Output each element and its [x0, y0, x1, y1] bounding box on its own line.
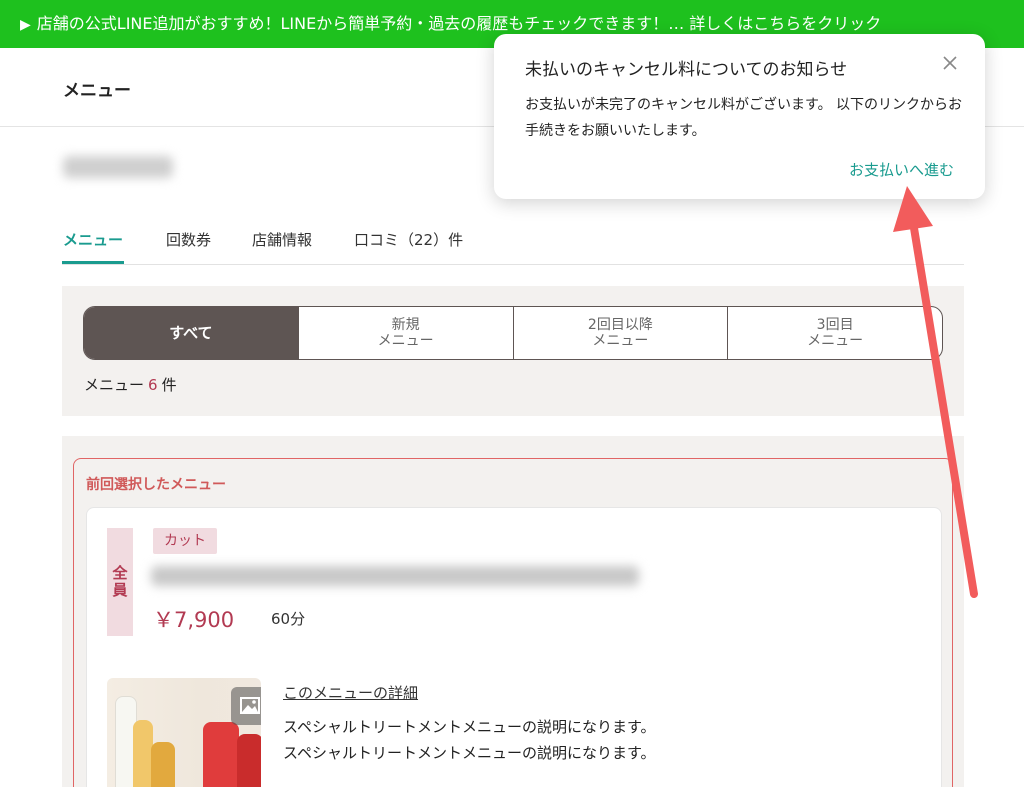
filter-new-label: 新規	[391, 317, 420, 333]
tab-menu[interactable]: メニュー	[63, 229, 123, 250]
filter-third-sublabel: メニュー	[807, 333, 864, 349]
tab-store-info[interactable]: 店舗情報	[252, 229, 312, 250]
popup-title: 未払いのキャンセル料についてのお知らせ	[525, 60, 848, 80]
filter-new-sublabel: メニュー	[377, 333, 434, 349]
menu-photo[interactable]	[107, 678, 261, 787]
filter-panel: すべて 新規 メニュー 2回目以降 メニュー 3回目 メニュー メニュー 6 件	[62, 286, 964, 416]
menu-detail-link[interactable]: このメニューの詳細	[283, 682, 418, 703]
bottle-dark-red	[237, 734, 261, 787]
menu-list-panel: 前回選択したメニュー 全員 カット ￥7,900 60分 このメニューの詳細 ス…	[62, 436, 964, 787]
target-badge: 全員	[107, 528, 133, 636]
filter-second-label: 2回目以降	[587, 317, 653, 333]
bottle-red	[203, 722, 239, 787]
menu-card[interactable]: 全員 カット ￥7,900 60分 このメニューの詳細 スペシャルトリートメント…	[86, 507, 942, 787]
filter-second-sublabel: メニュー	[592, 333, 649, 349]
play-triangle-icon: ▶	[20, 17, 31, 33]
filter-third-label: 3回目	[816, 317, 854, 333]
previous-menu-label: 前回選択したメニュー	[86, 477, 226, 493]
menu-count-number: 6	[148, 376, 158, 394]
menu-count-prefix: メニュー	[84, 376, 145, 394]
menu-name-blurred	[151, 566, 639, 586]
proceed-to-payment-link[interactable]: お支払いへ進む	[849, 159, 954, 180]
menu-description-2: スペシャルトリートメントメニューの説明になります。	[283, 744, 656, 762]
popup-body: お支払いが未完了のキャンセル料がございます。 以下のリンクからお手続きをお願いい…	[525, 97, 963, 139]
image-icon[interactable]	[231, 687, 261, 725]
menu-count: メニュー 6 件	[84, 374, 177, 395]
active-tab-indicator	[62, 261, 124, 264]
filter-all[interactable]: すべて	[84, 307, 298, 359]
previous-menu-section: 前回選択したメニュー 全員 カット ￥7,900 60分 このメニューの詳細 ス…	[73, 458, 953, 787]
menu-price: ￥7,900	[153, 608, 235, 632]
tab-reviews[interactable]: 口コミ（22）件	[354, 229, 463, 250]
store-name-blurred	[63, 156, 173, 178]
tab-bar: メニュー 回数券 店舗情報 口コミ（22）件	[62, 217, 964, 265]
tab-tickets[interactable]: 回数券	[166, 229, 211, 250]
banner-text: 店舗の公式LINE追加がおすすめ！LINEから簡単予約・過去の履歴もチェックでき…	[36, 14, 882, 33]
bottle-yellow	[133, 720, 153, 787]
menu-duration: 60分	[271, 610, 306, 628]
filter-new[interactable]: 新規 メニュー	[297, 307, 513, 359]
page-title: メニュー	[63, 81, 131, 101]
menu-description-1: スペシャルトリートメントメニューの説明になります。	[283, 718, 656, 736]
cancellation-fee-popup: 未払いのキャンセル料についてのお知らせ お支払いが未完了のキャンセル料がございま…	[494, 34, 985, 199]
filter-second-visit[interactable]: 2回目以降 メニュー	[512, 307, 728, 359]
close-icon[interactable]	[941, 54, 959, 72]
filter-third-visit[interactable]: 3回目 メニュー	[727, 307, 942, 359]
filter-all-label: すべて	[169, 324, 213, 342]
bottle-orange	[151, 742, 175, 787]
menu-count-suffix: 件	[161, 376, 177, 394]
category-tag: カット	[153, 528, 217, 554]
menu-filter-segment: すべて 新規 メニュー 2回目以降 メニュー 3回目 メニュー	[83, 306, 943, 360]
